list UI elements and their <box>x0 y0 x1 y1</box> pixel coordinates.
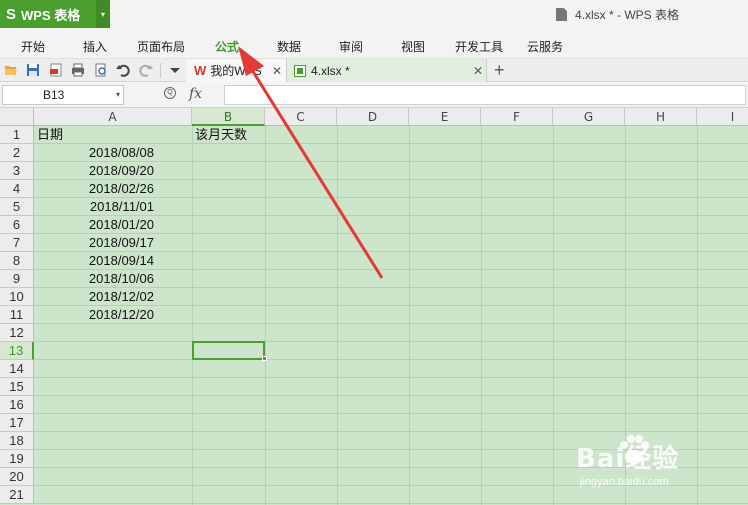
watermark: Bai经验 jingyan.baidu.com <box>570 430 740 500</box>
arrow-shaft <box>250 69 384 279</box>
arrow-head <box>238 46 264 76</box>
watermark-url: jingyan.baidu.com <box>580 476 669 488</box>
watermark-brand: Bai经验 <box>576 444 680 474</box>
